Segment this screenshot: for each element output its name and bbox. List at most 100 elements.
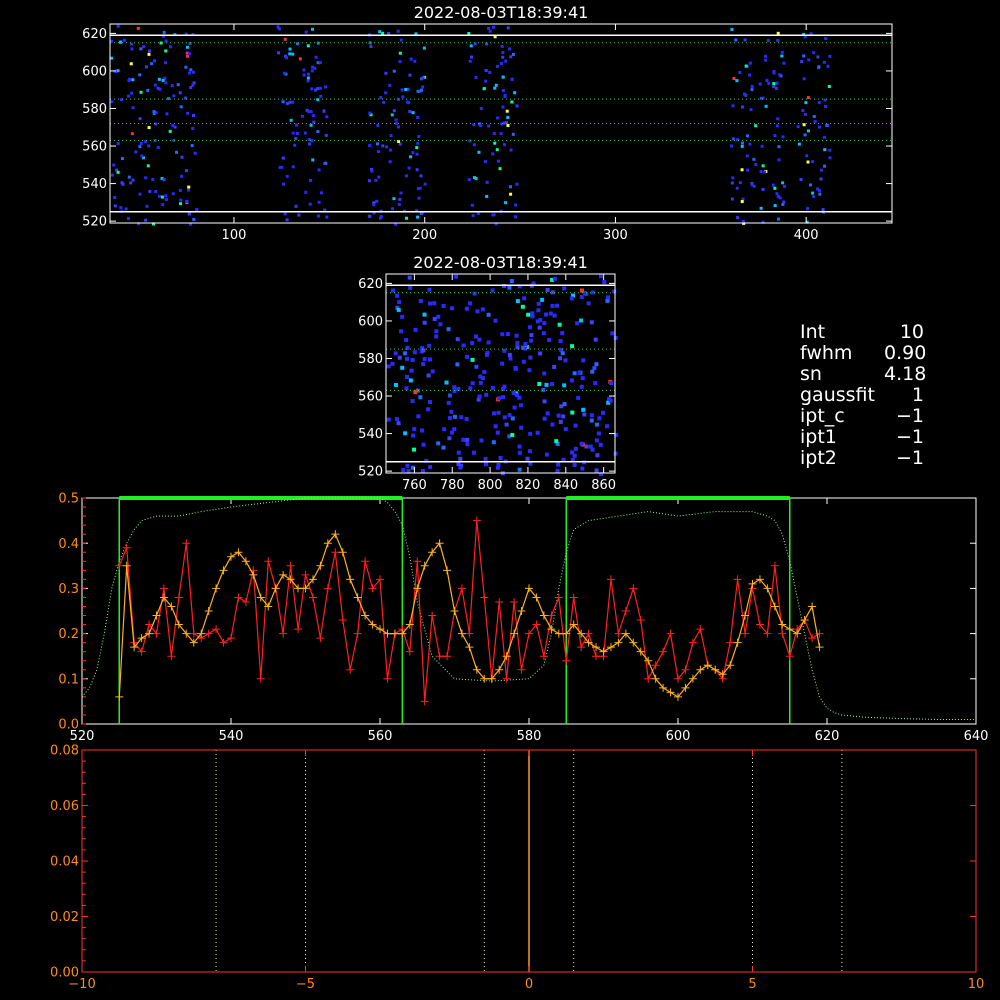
heatmap-pixel [394,382,399,387]
heatmap-pixel [777,145,781,149]
series-point [435,652,444,661]
heatmap-pixel [816,55,820,59]
heatmap-pixel [572,453,577,458]
heatmap-pixel [485,194,489,198]
series-point [465,629,474,638]
heatmap-pixel [491,440,496,445]
heatmap-pixel [392,197,396,201]
heatmap-pixel [298,57,302,61]
heatmap-pixel [515,104,519,108]
series-point [308,593,317,602]
heatmap-pixel [421,442,426,447]
heatmap-pixel [306,44,310,48]
param-key: ipt_c [800,405,845,427]
series-point [517,607,526,615]
heatmap-pixel [399,329,404,334]
y-tick-label: 540 [82,177,107,192]
heatmap-pixel [113,204,117,208]
heatmap-pixel [501,51,505,55]
heatmap-pixel [150,62,154,66]
heatmap-pixel [397,355,402,360]
heatmap-pixel [119,206,123,210]
heatmap-pixel [484,68,488,72]
x-tick-label: 860 [591,478,616,493]
series-point [443,566,452,575]
heatmap-pixel [306,76,310,80]
heatmap-pixel [110,100,114,104]
heatmap-pixel [550,382,555,387]
heatmap-pixel [589,413,594,418]
series-point [279,629,288,638]
heatmap-pixel [400,365,405,370]
heatmap-pixel [369,45,373,49]
heatmap-pixel [560,331,565,336]
heatmap-pixel [192,81,196,85]
heatmap-pixel [773,204,777,208]
heatmap-pixel [164,194,168,198]
heatmap-pixel [162,30,166,34]
heatmap-pixel [579,384,584,389]
heatmap-pixel [310,87,314,91]
heatmap-pixel [494,83,498,87]
x-tick-label: 300 [603,228,628,243]
heatmap-pixel [282,71,286,75]
series-point [413,557,422,566]
series-point [443,652,452,661]
heatmap-pixel [408,378,413,383]
heatmap-pixel [406,100,410,104]
y-tick-label: 0.0 [58,718,79,733]
heatmap-pixel [817,65,821,69]
heatmap-pixel [176,83,180,87]
heatmap-pixel [576,395,581,400]
heatmap-pixel [377,175,381,179]
heatmap-pixel [404,386,409,391]
param-key: ipt2 [800,447,837,469]
heatmap-pixel [491,152,495,156]
heatmap-pixel [422,46,426,50]
heatmap-pixel [186,111,190,115]
heatmap-pixel [484,462,489,467]
series-line-1 [118,520,820,702]
heatmap-pixel [511,390,516,395]
heatmap-pixel [600,410,605,415]
x-tick-label: 100 [222,228,247,243]
x-tick-label: 200 [412,228,437,243]
heatmap-pixel [468,386,473,391]
heatmap-pixel [491,213,495,217]
heatmap-pixel [573,423,578,428]
heatmap-pixel [746,168,750,172]
series-point [644,674,653,683]
heatmap-pixel [116,170,120,174]
heatmap-pixel [397,300,402,305]
heatmap-pixel [378,30,382,34]
heatmap-pixel [413,327,418,332]
heatmap-pixel [187,212,191,216]
heatmap-pixel [449,409,454,414]
heatmap-pixel [116,24,120,28]
heatmap-pixel [545,288,550,293]
series-point [383,674,392,683]
heatmap-pixel [191,127,195,131]
heatmap-pixel [304,190,308,194]
heatmap-pixel [162,178,166,182]
heatmap-pixel [472,450,477,455]
heatmap-pixel [140,154,144,158]
heatmap-pixel [474,75,478,79]
heatmap-pixel [477,337,482,342]
heatmap-pixel [509,192,513,196]
heatmap-pixel [469,44,473,48]
heatmap-pixel [138,192,142,196]
heatmap-pixel [510,432,515,437]
param-row: ipt1 −1 [800,427,924,448]
heatmap-pixel [452,385,457,390]
heatmap-pixel [486,340,491,345]
heatmap-pixel [740,141,744,145]
heatmap-pixel [501,395,506,400]
heatmap-pixel [731,104,735,108]
heatmap-pixel [826,64,830,68]
heatmap-pixel [434,329,439,334]
series-point [353,593,362,602]
heatmap-pixel [139,142,143,146]
heatmap-pixel [147,52,151,56]
heatmap-pixel [824,36,828,40]
